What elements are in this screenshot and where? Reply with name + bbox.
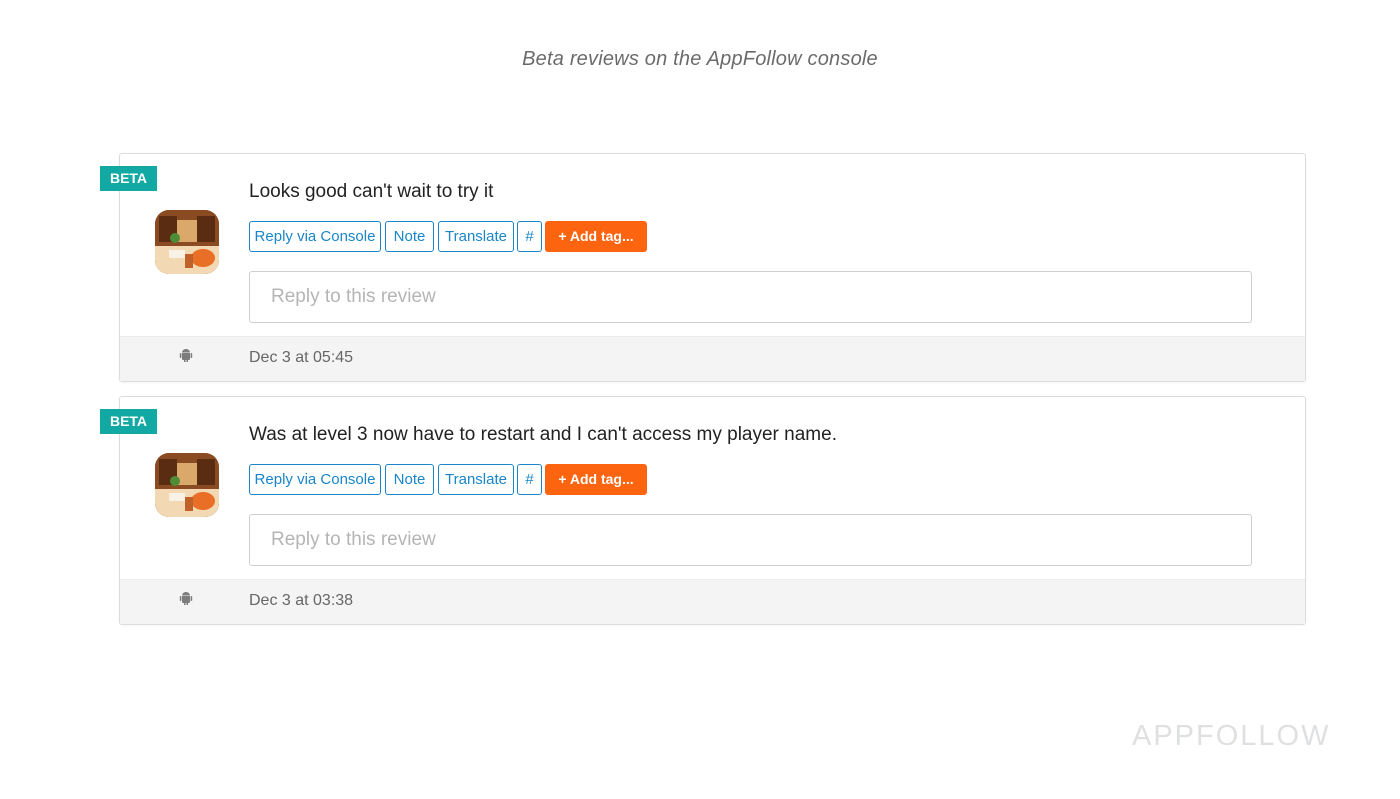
- beta-badge: BETA: [100, 166, 157, 191]
- hashtag-button[interactable]: #: [517, 464, 542, 495]
- review-card: BETA Looks good can't wait to try it Rep…: [100, 153, 1306, 382]
- hashtag-button[interactable]: #: [517, 221, 542, 252]
- app-icon: [155, 210, 219, 274]
- review-footer: Dec 3 at 03:38: [120, 579, 1305, 624]
- android-icon: [179, 349, 193, 362]
- review-date: Dec 3 at 05:45: [249, 349, 354, 366]
- app-icon: [155, 453, 219, 517]
- page-caption: Beta reviews on the AppFollow console: [522, 48, 878, 70]
- appfollow-watermark: APPFOLLOW: [1132, 720, 1331, 752]
- note-button[interactable]: Note: [385, 221, 434, 252]
- review-footer: Dec 3 at 05:45: [120, 336, 1305, 381]
- review-text: Was at level 3 now have to restart and I…: [249, 424, 837, 445]
- reply-via-console-button[interactable]: Reply via Console: [249, 464, 381, 495]
- reply-via-console-button[interactable]: Reply via Console: [249, 221, 381, 252]
- android-icon: [179, 592, 193, 605]
- review-date: Dec 3 at 03:38: [249, 592, 354, 609]
- add-tag-button[interactable]: + Add tag...: [545, 221, 647, 252]
- reply-input[interactable]: [249, 514, 1252, 566]
- beta-badge: BETA: [100, 409, 157, 434]
- translate-button[interactable]: Translate: [438, 221, 514, 252]
- translate-button[interactable]: Translate: [438, 464, 514, 495]
- note-button[interactable]: Note: [385, 464, 434, 495]
- review-card: BETA Was at level 3 now have to restart …: [100, 396, 1306, 625]
- review-text: Looks good can't wait to try it: [249, 181, 494, 202]
- reply-input[interactable]: [249, 271, 1252, 323]
- add-tag-button[interactable]: + Add tag...: [545, 464, 647, 495]
